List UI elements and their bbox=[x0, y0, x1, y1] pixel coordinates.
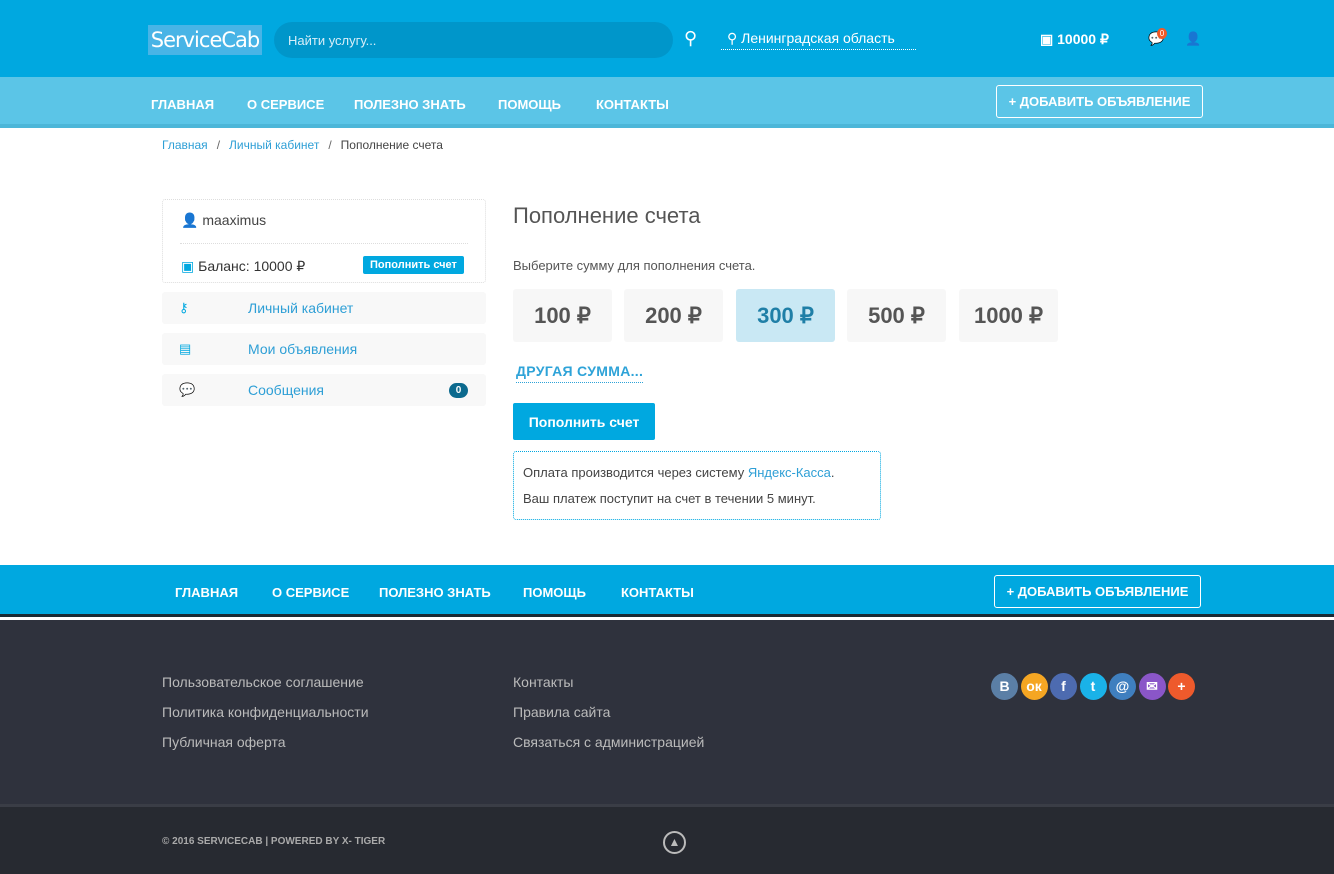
main-nav: ГЛАВНАЯ О СЕРВИСЕ ПОЛЕЗНО ЗНАТЬ ПОМОЩЬ К… bbox=[0, 77, 1334, 128]
yandex-kassa-link[interactable]: Яндекс-Касса bbox=[748, 465, 831, 480]
search-icon[interactable]: ⚲ bbox=[684, 28, 697, 49]
wallet-icon: ▣ bbox=[1040, 31, 1058, 47]
chat-icon: 💬 bbox=[179, 382, 196, 397]
search-input[interactable] bbox=[274, 22, 673, 58]
list-icon: ▤ bbox=[179, 341, 192, 356]
facebook-icon[interactable]: f bbox=[1050, 673, 1077, 700]
footer-nav-contacts[interactable]: КОНТАКТЫ bbox=[621, 585, 694, 600]
user-icon[interactable]: 👤 bbox=[1185, 31, 1201, 47]
breadcrumb-cabinet[interactable]: Личный кабинет bbox=[229, 138, 319, 152]
more-icon[interactable]: + bbox=[1168, 673, 1195, 700]
region-selector[interactable]: ⚲ Ленинградская область bbox=[721, 30, 916, 50]
footer-link[interactable]: Контакты bbox=[513, 674, 573, 690]
user-card: 👤 maaximus ▣ Баланс: 10000 ₽ Пополнить с… bbox=[162, 199, 486, 283]
sidebar-item-messages[interactable]: 💬 Сообщения 0 bbox=[162, 374, 486, 406]
topup-button[interactable]: Пополнить счет bbox=[513, 403, 655, 440]
subtitle: Выберите сумму для пополнения счета. bbox=[513, 258, 756, 273]
footer-nav-about[interactable]: О СЕРВИСЕ bbox=[272, 585, 349, 600]
footer-nav: ГЛАВНАЯ О СЕРВИСЕ ПОЛЕЗНО ЗНАТЬ ПОМОЩЬ К… bbox=[0, 565, 1334, 617]
key-icon: ⚷ bbox=[179, 300, 189, 315]
footer-link[interactable]: Политика конфиденциальности bbox=[162, 704, 369, 720]
nav-help[interactable]: ПОМОЩЬ bbox=[498, 97, 561, 112]
amount-option[interactable]: 500 ₽ bbox=[847, 289, 946, 342]
breadcrumb-home[interactable]: Главная bbox=[162, 138, 208, 152]
footer-nav-useful[interactable]: ПОЛЕЗНО ЗНАТЬ bbox=[379, 585, 491, 600]
wallet-icon: ▣ bbox=[181, 258, 199, 274]
payment-info: Оплата производится через систему Яндекс… bbox=[513, 451, 881, 520]
breadcrumb-current: Пополнение счета bbox=[340, 138, 443, 152]
add-listing-button[interactable]: + ДОБАВИТЬ ОБЪЯВЛЕНИЕ bbox=[996, 85, 1203, 118]
twitter-icon[interactable]: t bbox=[1079, 673, 1107, 700]
copyright: © 2016 SERVICECAB | POWERED BY X- TIGER bbox=[162, 836, 386, 847]
scroll-top-icon[interactable]: ▲ bbox=[663, 831, 686, 854]
nav-about[interactable]: О СЕРВИСЕ bbox=[247, 97, 324, 112]
footer-link[interactable]: Правила сайта bbox=[513, 704, 610, 720]
location-pin-icon: ⚲ bbox=[727, 30, 742, 46]
amount-option-selected[interactable]: 300 ₽ bbox=[736, 289, 835, 342]
user-balance: ▣ Баланс: 10000 ₽ bbox=[181, 258, 306, 274]
footer-link[interactable]: Связаться с администрацией bbox=[513, 734, 704, 750]
messages-count-badge: 0 bbox=[449, 383, 468, 398]
messages-badge: 0 bbox=[1157, 28, 1167, 39]
vk-icon[interactable]: В bbox=[991, 673, 1018, 700]
divider bbox=[180, 243, 468, 244]
breadcrumb: Главная / Личный кабинет / Пополнение счета bbox=[162, 138, 443, 152]
amount-option[interactable]: 1000 ₽ bbox=[959, 289, 1058, 342]
amount-option[interactable]: 200 ₽ bbox=[624, 289, 723, 342]
footer-add-listing-button[interactable]: + ДОБАВИТЬ ОБЪЯВЛЕНИЕ bbox=[994, 575, 1201, 608]
mail-icon[interactable]: @ bbox=[1109, 673, 1136, 700]
footer-nav-help[interactable]: ПОМОЩЬ bbox=[523, 585, 586, 600]
other-amount-link[interactable]: ДРУГАЯ СУММА... bbox=[516, 363, 644, 383]
balance-value: 10000 ₽ bbox=[1057, 31, 1109, 47]
odnoklassniki-icon[interactable]: ок bbox=[1020, 673, 1048, 700]
nav-contacts[interactable]: КОНТАКТЫ bbox=[596, 97, 669, 112]
topup-small-button[interactable]: Пополнить счет bbox=[363, 256, 464, 274]
logo[interactable]: ServiceCab bbox=[148, 25, 262, 55]
nav-useful[interactable]: ПОЛЕЗНО ЗНАТЬ bbox=[354, 97, 466, 112]
footer-nav-home[interactable]: ГЛАВНАЯ bbox=[175, 585, 238, 600]
region-label: Ленинградская область bbox=[741, 30, 895, 46]
page-title: Пополнение счета bbox=[513, 203, 701, 228]
footer-link[interactable]: Пользовательское соглашение bbox=[162, 674, 364, 690]
sidebar-item-cabinet[interactable]: ⚷ Личный кабинет bbox=[162, 292, 486, 324]
sidebar-item-listings[interactable]: ▤ Мои объявления bbox=[162, 333, 486, 365]
footer-link[interactable]: Публичная оферта bbox=[162, 734, 286, 750]
amount-option[interactable]: 100 ₽ bbox=[513, 289, 612, 342]
email-icon[interactable]: ✉ bbox=[1138, 673, 1166, 700]
nav-home[interactable]: ГЛАВНАЯ bbox=[151, 97, 214, 112]
balance-link[interactable]: ▣ 10000 ₽ bbox=[1040, 31, 1109, 48]
user-icon: 👤 bbox=[181, 212, 203, 228]
username: 👤 maaximus bbox=[181, 212, 267, 228]
